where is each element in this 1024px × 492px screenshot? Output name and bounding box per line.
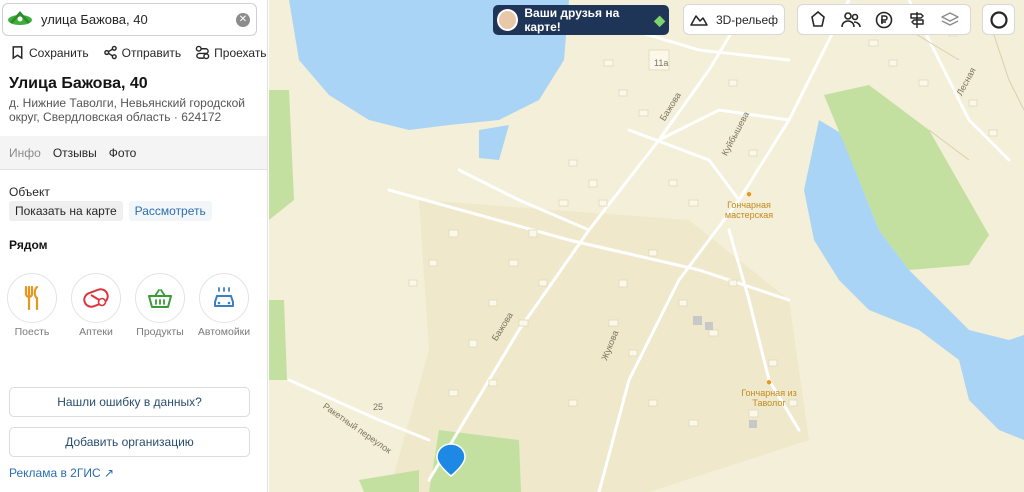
attractions-button[interactable] xyxy=(805,7,831,33)
gift-icon: ◆ xyxy=(654,11,665,28)
user-profile-icon xyxy=(989,10,1008,29)
pharmacy-icon xyxy=(83,288,109,308)
bookmark-icon xyxy=(12,46,23,60)
nearby-heading: Рядом xyxy=(9,238,48,252)
clear-search-icon[interactable]: ✕ xyxy=(236,12,250,27)
fork-knife-icon xyxy=(24,285,39,311)
prices-button[interactable] xyxy=(871,7,897,33)
attractions-icon xyxy=(811,10,826,27)
routes-button[interactable] xyxy=(904,7,930,33)
friends-banner-label: Ваши друзья на карте! xyxy=(524,6,620,34)
house-number-11a: 11а xyxy=(654,58,669,68)
route-icon xyxy=(195,45,210,60)
place-tabs: Инфо Отзывы Фото xyxy=(0,136,267,170)
search-input[interactable] xyxy=(37,12,236,27)
2gis-logo-icon[interactable] xyxy=(3,4,37,35)
basket-icon xyxy=(148,289,172,308)
share-button[interactable]: Отправить xyxy=(103,45,182,60)
avatar xyxy=(497,9,519,31)
tab-photos[interactable]: Фото xyxy=(109,137,137,169)
layers-button[interactable] xyxy=(937,7,963,33)
place-title: Улица Бажова, 40 xyxy=(9,75,148,92)
nearby-pharmacy-label: Аптеки xyxy=(79,326,113,338)
poi-pottery-tavolgi[interactable]: ● Гончарная из Таволог xyxy=(729,377,809,409)
poi-pottery-workshop[interactable]: ● Гончарная мастерская xyxy=(709,189,789,221)
nearby-groceries-label: Продукты xyxy=(136,326,184,338)
nearby-groceries[interactable]: Продукты xyxy=(134,273,186,338)
search-box: ✕ xyxy=(2,3,257,36)
share-icon xyxy=(103,45,117,60)
view-button[interactable]: Рассмотреть xyxy=(128,201,212,221)
save-button[interactable]: Сохранить xyxy=(10,45,89,60)
people-icon xyxy=(841,11,861,27)
pottery-icon: ● xyxy=(765,377,773,388)
advertise-link[interactable]: Реклама в 2ГИС ↗ xyxy=(9,466,114,480)
3d-relief-button[interactable]: 3D-рельеф xyxy=(683,4,785,35)
map-toolbar xyxy=(797,4,971,35)
object-heading: Объект xyxy=(9,185,50,199)
tab-info[interactable]: Инфо xyxy=(9,137,41,169)
map-canvas[interactable]: Бажова Бажова Куйбышева Жукова Ракетный … xyxy=(269,0,1024,492)
nearby-food[interactable]: Поесть xyxy=(6,273,58,338)
3d-cube-icon xyxy=(690,14,708,26)
pottery-icon: ● xyxy=(745,189,753,200)
nearby-food-label: Поесть xyxy=(14,326,50,338)
route-button[interactable]: Проехать xyxy=(195,45,267,60)
share-label: Отправить xyxy=(121,45,182,60)
place-actions: Сохранить Отправить Проехать xyxy=(10,45,267,60)
place-address: д. Нижние Таволги, Невьянский городской … xyxy=(9,96,245,124)
tab-reviews[interactable]: Отзывы xyxy=(53,137,97,169)
object-buttons: Показать на карте Рассмотреть xyxy=(9,201,212,221)
friends-on-map-banner[interactable]: Ваши друзья на карте! ◆ xyxy=(493,5,669,35)
signpost-icon xyxy=(910,11,924,28)
report-error-button[interactable]: Нашли ошибку в данных? xyxy=(9,387,250,417)
poi-pottery-tavolgi-label: Гончарная из Таволог xyxy=(741,388,797,408)
route-label: Проехать xyxy=(214,45,267,60)
nearby-carwash[interactable]: Автомойки xyxy=(198,273,250,338)
layers-icon xyxy=(940,11,959,26)
3d-relief-label: 3D-рельеф xyxy=(715,12,779,27)
location-pin-icon[interactable] xyxy=(436,443,466,477)
poi-pottery-workshop-label: Гончарная мастерская xyxy=(724,200,774,220)
car-wash-icon xyxy=(214,287,234,307)
friends-button[interactable] xyxy=(838,7,864,33)
show-on-map-button[interactable]: Показать на карте xyxy=(9,201,123,221)
map-base xyxy=(269,0,1024,492)
profile-button[interactable] xyxy=(982,4,1015,35)
add-organization-button[interactable]: Добавить организацию xyxy=(9,427,250,457)
nearby-categories: Поесть Аптеки Продукты Автомойки xyxy=(6,273,250,338)
nearby-carwash-label: Автомойки xyxy=(197,326,251,338)
house-number-25: 25 xyxy=(373,402,384,412)
save-label: Сохранить xyxy=(29,45,89,60)
sidebar: ✕ Сохранить Отправить Проехать Улица Баж… xyxy=(0,0,268,492)
ruble-icon xyxy=(875,11,893,28)
nearby-pharmacy[interactable]: Аптеки xyxy=(70,273,122,338)
